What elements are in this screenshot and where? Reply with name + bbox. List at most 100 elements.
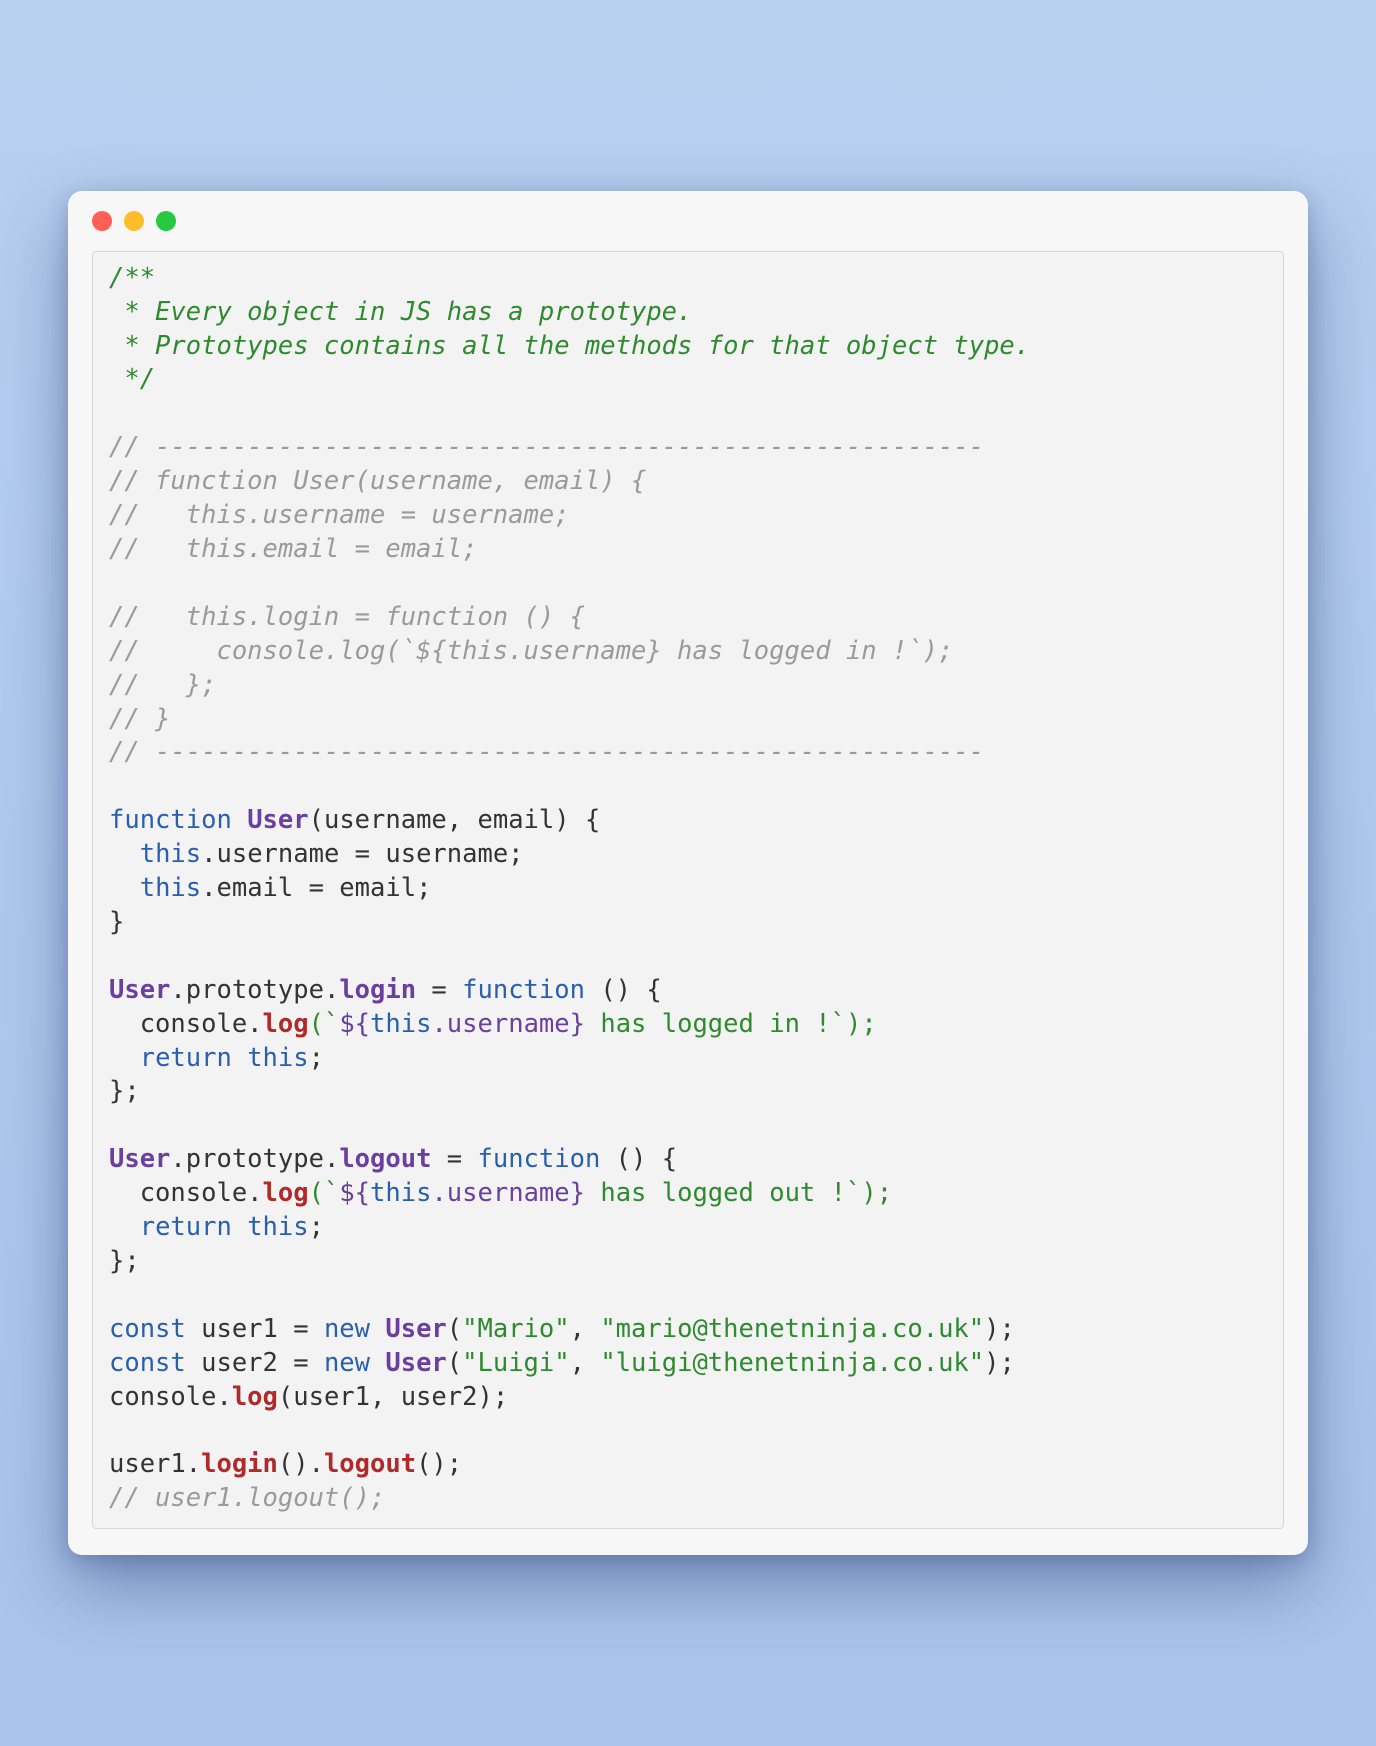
code-text: (); bbox=[416, 1449, 462, 1479]
code-text: , bbox=[570, 1314, 601, 1344]
titlebar bbox=[68, 191, 1308, 251]
code-text: (username, email) { bbox=[309, 805, 601, 835]
comment-line: // function User(username, email) { bbox=[109, 466, 646, 496]
class-name: User bbox=[385, 1314, 446, 1344]
code-text: } bbox=[109, 907, 124, 937]
code-text bbox=[370, 1348, 385, 1378]
code-text bbox=[109, 839, 140, 869]
code-text: ; bbox=[309, 1212, 324, 1242]
code-text: .email = email; bbox=[201, 873, 431, 903]
code-text: .prototype. bbox=[170, 975, 339, 1005]
code-block: /** * Every object in JS has a prototype… bbox=[109, 262, 1267, 1517]
keyword-this: this bbox=[247, 1043, 308, 1073]
comment-line: // -------------------------------------… bbox=[109, 737, 984, 767]
keyword-this: this bbox=[247, 1212, 308, 1242]
function-name: User bbox=[247, 805, 308, 835]
string-literal: "Luigi" bbox=[462, 1348, 569, 1378]
code-text: = bbox=[431, 1144, 477, 1174]
code-text: }; bbox=[109, 1076, 140, 1106]
comment-line: // user1.logout(); bbox=[109, 1483, 385, 1513]
code-window: /** * Every object in JS has a prototype… bbox=[68, 191, 1308, 1556]
doc-comment: */ bbox=[109, 364, 155, 394]
code-text: ( bbox=[447, 1314, 462, 1344]
keyword-new: new bbox=[324, 1348, 370, 1378]
code-text: console. bbox=[109, 1382, 232, 1412]
code-text: user2 = bbox=[186, 1348, 324, 1378]
keyword-function: function bbox=[462, 975, 585, 1005]
code-text bbox=[232, 1043, 247, 1073]
code-text: user1. bbox=[109, 1449, 201, 1479]
method-name: login bbox=[339, 975, 416, 1005]
keyword-const: const bbox=[109, 1314, 186, 1344]
keyword-function: function bbox=[109, 805, 232, 835]
keyword-return: return bbox=[140, 1043, 232, 1073]
minimize-icon[interactable] bbox=[124, 211, 144, 231]
code-text: console. bbox=[109, 1009, 263, 1039]
code-text bbox=[232, 805, 247, 835]
comment-line: // } bbox=[109, 704, 170, 734]
code-text bbox=[109, 1043, 140, 1073]
comment-line: // this.login = function () { bbox=[109, 602, 585, 632]
code-text: () { bbox=[600, 1144, 677, 1174]
zoom-icon[interactable] bbox=[156, 211, 176, 231]
doc-comment: * Prototypes contains all the methods fo… bbox=[109, 331, 1030, 361]
string-literal: `); bbox=[846, 1178, 892, 1208]
method-call: log bbox=[263, 1178, 309, 1208]
code-text: .username = username; bbox=[201, 839, 523, 869]
code-text: = bbox=[416, 975, 462, 1005]
string-literal: (` bbox=[309, 1009, 340, 1039]
method-name: logout bbox=[339, 1144, 431, 1174]
code-frame: /** * Every object in JS has a prototype… bbox=[92, 251, 1284, 1530]
keyword-function: function bbox=[478, 1144, 601, 1174]
code-text: ); bbox=[984, 1348, 1015, 1378]
code-text: .prototype. bbox=[170, 1144, 339, 1174]
code-text: (). bbox=[278, 1449, 324, 1479]
comment-line: // }; bbox=[109, 670, 216, 700]
keyword-new: new bbox=[324, 1314, 370, 1344]
code-text: }; bbox=[109, 1246, 140, 1276]
keyword-return: return bbox=[140, 1212, 232, 1242]
template-expr: .username bbox=[431, 1009, 569, 1039]
template-expr: } bbox=[570, 1009, 585, 1039]
keyword-const: const bbox=[109, 1348, 186, 1378]
string-literal: `); bbox=[831, 1009, 877, 1039]
doc-comment: * Every object in JS has a prototype. bbox=[109, 297, 692, 327]
string-literal: "Mario" bbox=[462, 1314, 569, 1344]
code-text bbox=[109, 873, 140, 903]
code-text bbox=[109, 1212, 140, 1242]
string-literal: has logged in ! bbox=[585, 1009, 831, 1039]
code-text: user1 = bbox=[186, 1314, 324, 1344]
code-text: console. bbox=[109, 1178, 263, 1208]
comment-line: // console.log(`${this.username} has log… bbox=[109, 636, 953, 666]
class-name: User bbox=[109, 975, 170, 1005]
template-expr: .username bbox=[431, 1178, 569, 1208]
code-text: () { bbox=[585, 975, 662, 1005]
string-literal: "luigi@thenetninja.co.uk" bbox=[600, 1348, 984, 1378]
code-text bbox=[232, 1212, 247, 1242]
class-name: User bbox=[385, 1348, 446, 1378]
keyword-this: this bbox=[370, 1009, 431, 1039]
comment-line: // this.email = email; bbox=[109, 534, 477, 564]
code-text: (user1, user2); bbox=[278, 1382, 508, 1412]
keyword-this: this bbox=[370, 1178, 431, 1208]
template-expr: ${ bbox=[339, 1009, 370, 1039]
method-call: log bbox=[232, 1382, 278, 1412]
string-literal: has logged out ! bbox=[585, 1178, 846, 1208]
template-expr: } bbox=[570, 1178, 585, 1208]
string-literal: (` bbox=[309, 1178, 340, 1208]
method-call: login bbox=[201, 1449, 278, 1479]
close-icon[interactable] bbox=[92, 211, 112, 231]
class-name: User bbox=[109, 1144, 170, 1174]
code-text: ( bbox=[447, 1348, 462, 1378]
doc-comment: /** bbox=[109, 263, 155, 293]
keyword-this: this bbox=[140, 873, 201, 903]
string-literal: "mario@thenetninja.co.uk" bbox=[600, 1314, 984, 1344]
code-text bbox=[370, 1314, 385, 1344]
keyword-this: this bbox=[140, 839, 201, 869]
code-text: ); bbox=[984, 1314, 1015, 1344]
method-call: logout bbox=[324, 1449, 416, 1479]
template-expr: ${ bbox=[339, 1178, 370, 1208]
method-call: log bbox=[263, 1009, 309, 1039]
code-text: ; bbox=[309, 1043, 324, 1073]
comment-line: // -------------------------------------… bbox=[109, 432, 984, 462]
